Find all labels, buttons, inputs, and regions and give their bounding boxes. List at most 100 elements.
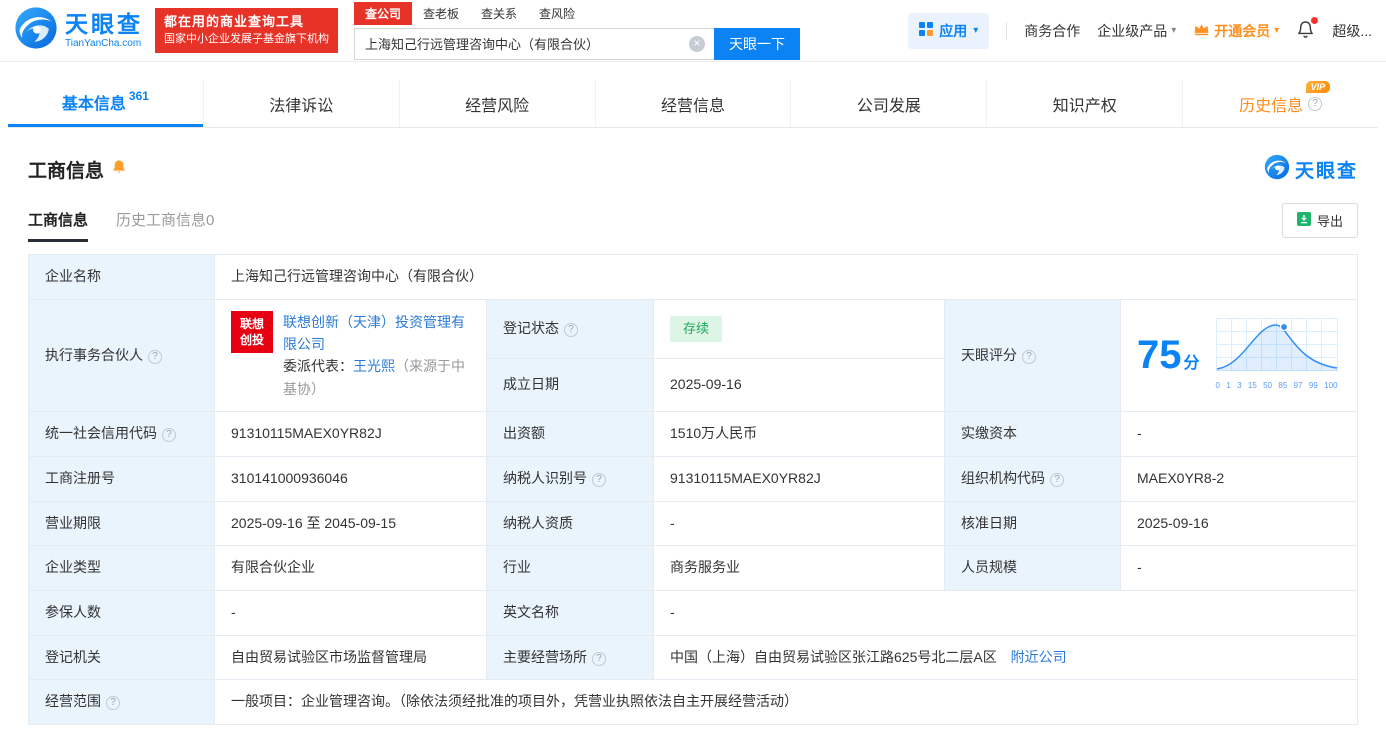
tab-company-development[interactable]: 公司发展 — [790, 80, 986, 127]
clear-search-icon[interactable]: × — [689, 35, 705, 52]
tab-label: 历史信息 — [1239, 97, 1304, 115]
english-name-label: 英文名称 — [486, 590, 654, 636]
nearby-companies-link[interactable]: 附近公司 — [1011, 649, 1067, 665]
help-icon[interactable]: ? — [1022, 349, 1036, 364]
table-row: 营业期限 2025-09-16 至 2045-09-15 纳税人资质 - 核准日… — [28, 500, 1358, 547]
tianyan-score[interactable]: 75 分 0 1 3 15 50 85 97 99 100 — [1137, 318, 1341, 392]
help-icon[interactable]: ? — [1308, 96, 1323, 111]
vip-badge: VIP — [1305, 80, 1331, 93]
tab-history-info[interactable]: 历史信息 VIP ? — [1182, 80, 1378, 127]
tab-label: 基本信息 — [61, 96, 126, 113]
brand-domain: TianYanCha.com — [65, 37, 142, 49]
export-button[interactable]: 导出 — [1281, 203, 1358, 238]
lenovo-capital-logo: 联想 创投 — [231, 310, 273, 353]
table-row: 参保人数 - 英文名称 - — [28, 590, 1358, 636]
search-input[interactable] — [354, 27, 714, 60]
address-text: 中国（上海）自由贸易试验区张江路625号北二层A区 — [670, 648, 997, 665]
taxpayer-quality-value: - — [653, 500, 945, 547]
executive-partner-label: 执行事务合伙人? — [28, 298, 215, 413]
search-tab-relation[interactable]: 查关系 — [470, 2, 528, 25]
capital-value: 1510万人民币 — [653, 411, 945, 457]
reg-status-value: 存续 — [653, 298, 945, 359]
table-row: 工商注册号 310141000936046 纳税人识别号? 91310115MA… — [28, 455, 1358, 502]
help-icon[interactable]: ? — [592, 651, 606, 666]
paid-capital-value: - — [1120, 411, 1358, 457]
brand-name: 天眼查 — [65, 11, 143, 38]
credit-code-label: 统一社会信用代码? — [28, 411, 215, 457]
tab-basic-info[interactable]: 基本信息 361 — [8, 80, 203, 127]
tab-legal-proceedings[interactable]: 法律诉讼 — [202, 80, 399, 127]
nav-divider — [1006, 21, 1008, 40]
chevron-down-icon: ▾ — [973, 25, 979, 36]
establish-date-label: 成立日期 — [486, 357, 654, 413]
apps-label: 应用 — [939, 22, 968, 39]
score-curve-chart: 01 3 15 50 85 97 99 100 — [1215, 318, 1338, 392]
partner-company-link[interactable]: 联想创新（天津）投资管理有限公司 — [283, 314, 465, 352]
company-name-value: 上海知己行远管理咨询中心（有限合伙） — [214, 254, 1358, 300]
delegate-prefix: 委派代表： — [283, 358, 353, 375]
search-tab-company[interactable]: 查公司 — [354, 1, 413, 25]
org-code-label: 组织机构代码? — [944, 455, 1121, 502]
subscribe-bell-icon[interactable] — [111, 159, 127, 181]
top-header: 天眼查 TianYanCha.com 都在用的商业查询工具 国家中小企业发展子基… — [0, 0, 1386, 62]
search-tab-risk[interactable]: 查风险 — [528, 2, 586, 25]
table-row: 企业类型 有限合伙企业 行业 商务服务业 人员规模 - — [28, 545, 1358, 591]
tab-label: 知识产权 — [1052, 97, 1117, 115]
table-row: 统一社会信用代码? 91310115MAEX0YR82J 出资额 1510万人民… — [28, 411, 1358, 457]
taxpayer-quality-label: 纳税人资质 — [486, 500, 654, 547]
approval-date-value: 2025-09-16 — [1120, 500, 1358, 547]
tab-operation-info[interactable]: 经营信息 — [594, 80, 791, 127]
subtab-business-info[interactable]: 工商信息 — [28, 209, 89, 242]
paid-capital-label: 实缴资本 — [944, 411, 1121, 457]
nav-enterprise-products[interactable]: 企业级产品 ▾ — [1097, 21, 1176, 41]
tianyancha-logo-icon — [1264, 154, 1290, 185]
brand-slogan: 都在用的商业查询工具 国家中小企业发展子基金旗下机构 — [155, 8, 338, 53]
industry-value: 商务服务业 — [653, 545, 945, 591]
help-icon[interactable]: ? — [106, 696, 120, 711]
table-row: 执行事务合伙人? 联想 创投 联想创新（天津）投资管理有限公司 委派代表：王光熙… — [28, 298, 1358, 413]
nav-cooperation[interactable]: 商务合作 — [1024, 21, 1080, 41]
tianyancha-logo[interactable]: 天眼查 TianYanCha.com — [14, 6, 143, 55]
apps-menu[interactable]: 应用 ▾ — [908, 12, 990, 49]
search-tab-boss[interactable]: 查老板 — [412, 2, 470, 25]
company-type-label: 企业类型 — [28, 545, 215, 591]
subtab-history-business-info[interactable]: 历史工商信息0 — [116, 209, 214, 242]
table-row: 企业名称 上海知己行远管理咨询中心（有限合伙） — [28, 254, 1358, 300]
approval-date-label: 核准日期 — [944, 500, 1121, 547]
help-icon[interactable]: ? — [1050, 472, 1064, 487]
delegate-name-link[interactable]: 王光熙 — [353, 358, 395, 374]
score-unit: 分 — [1183, 355, 1200, 373]
help-icon[interactable]: ? — [592, 472, 606, 487]
tab-label: 法律诉讼 — [269, 97, 334, 115]
nav-open-membership[interactable]: 开通会员 ▾ — [1193, 21, 1279, 41]
crown-icon — [1193, 22, 1210, 39]
reg-no-label: 工商注册号 — [28, 455, 215, 502]
nav-super-vip[interactable]: 超级... — [1332, 21, 1372, 41]
taxpayer-id-value: 91310115MAEX0YR82J — [653, 455, 945, 502]
notifications-bell[interactable] — [1296, 16, 1319, 42]
taxpayer-id-label: 纳税人识别号? — [486, 455, 654, 502]
staff-size-label: 人员规模 — [944, 545, 1121, 591]
status-badge: 存续 — [670, 315, 723, 342]
insured-count-label: 参保人数 — [28, 590, 215, 636]
chevron-down-icon: ▾ — [1274, 25, 1280, 36]
executive-partner-value: 联想 创投 联想创新（天津）投资管理有限公司 委派代表：王光熙（来源于中基协） — [214, 298, 487, 413]
help-icon[interactable]: ? — [162, 428, 176, 443]
nav-membership-label: 开通会员 — [1214, 22, 1271, 39]
help-icon[interactable]: ? — [148, 349, 162, 364]
main-premises-label: 主要经营场所? — [486, 634, 654, 681]
section-title-row: 工商信息 — [28, 156, 127, 183]
tab-label: 公司发展 — [856, 97, 921, 115]
search-area: 查公司 查老板 查关系 查风险 × 天眼一下 — [354, 1, 800, 60]
help-icon[interactable]: ? — [564, 322, 578, 337]
table-row: 经营范围? 一般项目：企业管理咨询。（除依法须经批准的项目外，凭营业执照依法自主… — [28, 679, 1358, 726]
tab-label: 经营信息 — [661, 97, 726, 115]
establish-date-value: 2025-09-16 — [653, 357, 945, 413]
tab-intellectual-property[interactable]: 知识产权 — [986, 80, 1182, 127]
main-premises-value: 中国（上海）自由贸易试验区张江路625号北二层A区 附近公司 — [653, 634, 1358, 681]
slogan-line1: 都在用的商业查询工具 — [164, 14, 305, 30]
export-label: 导出 — [1316, 214, 1343, 229]
org-code-value: MAEX0YR8-2 — [1120, 455, 1358, 502]
tab-operation-risk[interactable]: 经营风险 — [398, 80, 595, 127]
search-button[interactable]: 天眼一下 — [714, 27, 800, 60]
